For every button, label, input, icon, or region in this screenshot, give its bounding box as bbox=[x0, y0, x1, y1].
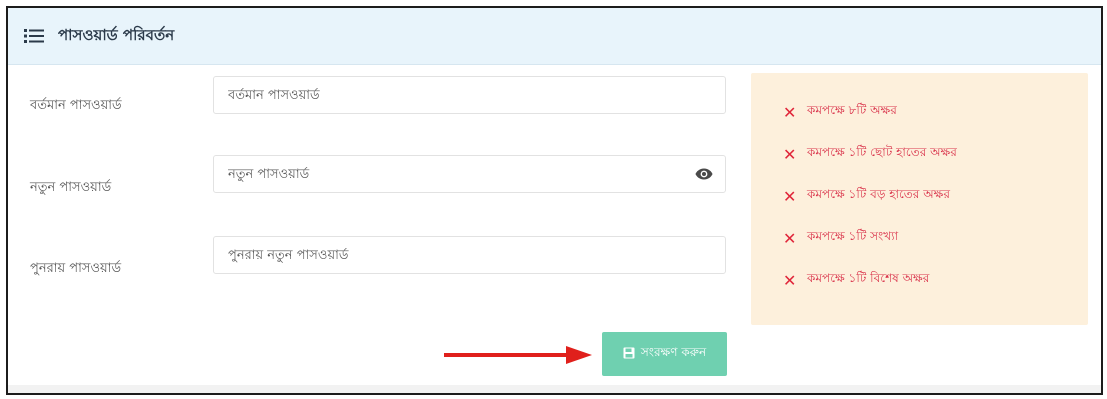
current-password-field[interactable] bbox=[213, 76, 726, 114]
save-button[interactable]: সংরক্ষণ করুন bbox=[602, 332, 727, 376]
change-password-card: পাসওয়ার্ড পরিবর্তন বর্তমান পাসওয়ার্ড ন… bbox=[6, 6, 1103, 395]
requirement-text: কমপক্ষে ১টি বড় হাতের অক্ষর bbox=[807, 187, 950, 201]
requirement-text: কমপক্ষে ১টি বিশেষ অক্ষর bbox=[807, 271, 930, 285]
cross-icon: ✕ bbox=[783, 270, 797, 290]
requirement-item: ✕ কমপক্ষে ৮টি অক্ষর bbox=[751, 91, 1088, 133]
cross-icon: ✕ bbox=[783, 186, 797, 206]
new-password-field[interactable] bbox=[213, 155, 726, 193]
list-icon bbox=[24, 28, 44, 44]
cross-icon: ✕ bbox=[783, 228, 797, 248]
eye-icon[interactable] bbox=[695, 168, 713, 180]
current-password-input[interactable] bbox=[228, 87, 713, 103]
save-button-label: সংরক্ষণ করুন bbox=[640, 345, 707, 359]
card-footer-strip bbox=[8, 385, 1101, 393]
card-header: পাসওয়ার্ড পরিবর্তন bbox=[8, 8, 1101, 65]
new-password-label: নতুন পাসওয়ার্ড bbox=[30, 180, 112, 195]
password-requirements-panel: ✕ কমপক্ষে ৮টি অক্ষর ✕ কমপক্ষে ১টি ছোট হা… bbox=[751, 73, 1088, 325]
confirm-password-field[interactable] bbox=[213, 236, 726, 274]
annotation-arrow bbox=[444, 346, 592, 364]
requirement-item: ✕ কমপক্ষে ১টি বড় হাতের অক্ষর bbox=[751, 175, 1088, 217]
requirement-text: কমপক্ষে ১টি সংখ্যা bbox=[807, 229, 899, 243]
confirm-password-label: পুনরায় পাসওয়ার্ড bbox=[30, 261, 122, 276]
requirement-text: কমপক্ষে ৮টি অক্ষর bbox=[807, 103, 897, 117]
cross-icon: ✕ bbox=[783, 102, 797, 122]
confirm-password-input[interactable] bbox=[228, 247, 713, 263]
requirement-text: কমপক্ষে ১টি ছোট হাতের অক্ষর bbox=[807, 145, 957, 159]
requirement-item: ✕ কমপক্ষে ১টি সংখ্যা bbox=[751, 217, 1088, 259]
floppy-disk-icon bbox=[623, 347, 635, 362]
new-password-input[interactable] bbox=[228, 166, 695, 182]
current-password-label: বর্তমান পাসওয়ার্ড bbox=[30, 98, 122, 113]
requirement-item: ✕ কমপক্ষে ১টি বিশেষ অক্ষর bbox=[751, 259, 1088, 301]
requirement-item: ✕ কমপক্ষে ১টি ছোট হাতের অক্ষর bbox=[751, 133, 1088, 175]
cross-icon: ✕ bbox=[783, 144, 797, 164]
page-title: পাসওয়ার্ড পরিবর্তন bbox=[58, 25, 175, 44]
